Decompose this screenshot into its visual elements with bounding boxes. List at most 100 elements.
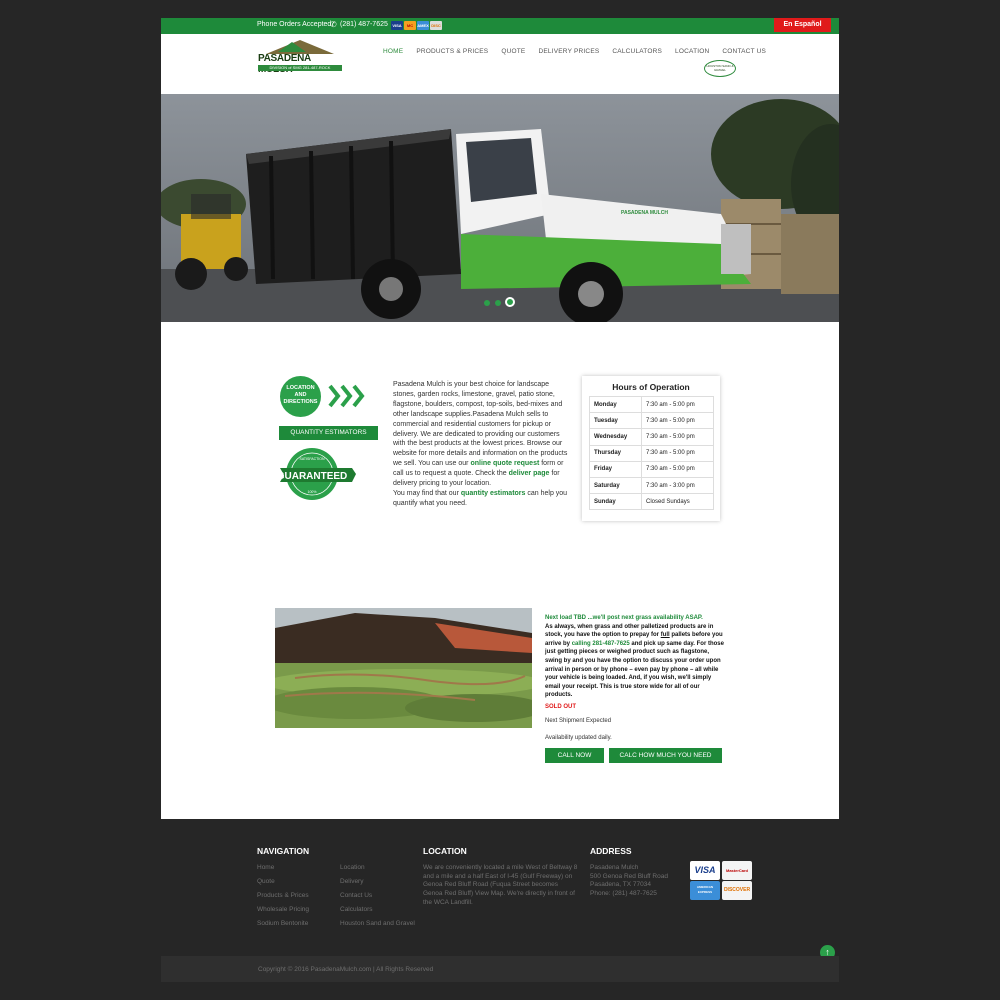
- day-cell: Sunday: [589, 493, 642, 511]
- footer-link-houston[interactable]: Houston Sand and Gravel: [340, 920, 415, 927]
- footer-nav-title: NAVIGATION: [257, 846, 310, 856]
- day-cell: Thursday: [589, 444, 642, 462]
- sod-photo: [275, 608, 532, 728]
- time-cell: 7:30 am - 5:00 pm: [641, 412, 714, 430]
- hero-slider[interactable]: PASADENA MULCH: [161, 94, 839, 322]
- footer-link-home[interactable]: Home: [257, 864, 274, 871]
- about-paragraph: Pasadena Mulch is your best choice for l…: [393, 380, 568, 509]
- calling-phone-link[interactable]: calling 281-487-7625: [572, 641, 630, 647]
- quantity-estimators-link[interactable]: quantity estimators: [461, 490, 526, 497]
- online-quote-link[interactable]: online quote request: [470, 460, 539, 467]
- footer-link-wholesale[interactable]: Wholesale Pricing: [257, 906, 309, 913]
- seal-main-text: GUARANTEED: [280, 471, 347, 482]
- houston-sand-gravel-badge[interactable]: HOUSTON SAND & GRAVEL: [704, 60, 736, 77]
- hours-of-operation-card: Hours of Operation Monday 7:30 am - 5:00 …: [582, 376, 720, 521]
- main-nav: HOME PRODUCTS & PRICES QUOTE DELIVERY PR…: [383, 48, 779, 55]
- address-line: Phone: (281) 487-7625: [590, 890, 657, 898]
- discover-card-icon: DISC: [430, 21, 442, 30]
- table-row: Thursday 7:30 am - 5:00 pm: [589, 444, 714, 462]
- satisfaction-guaranteed-seal-icon: GUARANTEED SATISFACTION 100%: [280, 448, 356, 500]
- nav-contact-us[interactable]: CONTACT US: [722, 48, 766, 55]
- day-cell: Tuesday: [589, 412, 642, 430]
- table-row: Friday 7:30 am - 5:00 pm: [589, 460, 714, 478]
- seal-top-text: SATISFACTION: [299, 457, 324, 461]
- table-row: Tuesday 7:30 am - 5:00 pm: [589, 412, 714, 430]
- mastercard-icon: MasterCard: [722, 861, 752, 880]
- nav-calculators[interactable]: CALCULATORS: [612, 48, 662, 55]
- footer-link-location[interactable]: Location: [340, 864, 365, 871]
- amex-card-icon: AMEX: [417, 21, 429, 30]
- phone-number-link[interactable]: (281) 487-7625: [340, 21, 388, 28]
- slider-dot-1[interactable]: [484, 300, 490, 306]
- next-load-text: Next load TBD ...we'll post next grass a…: [545, 615, 703, 621]
- time-cell: 7:30 am - 5:00 pm: [641, 395, 714, 414]
- table-row: Monday 7:30 am - 5:00 pm: [589, 395, 714, 414]
- chevron-right-icon: [328, 384, 365, 408]
- calc-how-much-button[interactable]: CALC HOW MUCH YOU NEED: [609, 748, 722, 763]
- copyright-bar: Copyright © 2016 PasadenaMulch.com | All…: [161, 956, 839, 982]
- address-line: 500 Genoa Red Bluff Road: [590, 872, 668, 880]
- logo-mountain-green-icon: [278, 42, 306, 52]
- table-row: Saturday 7:30 am - 3:00 pm: [589, 476, 714, 495]
- footer-location-title: LOCATION: [423, 846, 467, 856]
- footer-link-sodium[interactable]: Sodium Bentonite: [257, 920, 308, 927]
- mastercard-icon: MC: [404, 21, 416, 30]
- table-row: Wednesday 7:30 am - 5:00 pm: [589, 428, 714, 446]
- time-cell: 7:30 am - 3:00 pm: [641, 476, 714, 495]
- day-cell: Friday: [589, 460, 642, 478]
- visa-icon: VISA: [690, 861, 720, 880]
- footer-link-calculators[interactable]: Calculators: [340, 906, 373, 913]
- nav-products-prices[interactable]: PRODUCTS & PRICES: [416, 48, 488, 55]
- location-directions-button[interactable]: LOCATION AND DIRECTIONS: [280, 376, 321, 417]
- quantity-estimators-button[interactable]: QUANTITY ESTIMATORS: [279, 426, 378, 440]
- day-cell: Monday: [589, 395, 642, 414]
- time-cell: 7:30 am - 5:00 pm: [641, 460, 714, 478]
- nav-delivery-prices[interactable]: DELIVERY PRICES: [538, 48, 599, 55]
- time-cell: Closed Sundays: [641, 493, 714, 511]
- about-text-4: You may find that our: [393, 489, 461, 497]
- sod-availability-text: Next load TBD ...we'll post next grass a…: [545, 614, 725, 700]
- sod-body-3: and pick up same day. For those just get…: [545, 640, 724, 699]
- footer-link-products[interactable]: Products & Prices: [257, 892, 309, 899]
- deliver-page-link[interactable]: deliver page: [509, 470, 550, 477]
- truck-side-label: PASADENA MULCH: [621, 210, 668, 216]
- address-line: Pasadena Mulch: [590, 864, 639, 871]
- time-cell: 7:30 am - 5:00 pm: [641, 444, 714, 462]
- main-content: LOCATION AND DIRECTIONS QUANTITY ESTIMAT…: [161, 322, 839, 819]
- seal-bottom-text: 100%: [308, 490, 317, 494]
- next-shipment-label: Next Shipment Expected: [545, 718, 612, 724]
- nav-home[interactable]: HOME: [383, 48, 403, 55]
- logo-subtitle: DIVISION of SMG 281-487-ROCK: [258, 65, 342, 71]
- footer-address-title: ADDRESS: [590, 846, 632, 856]
- phone-icon: ✆: [330, 20, 337, 29]
- sod-pallets-image: [275, 608, 532, 728]
- visa-card-icon: VISA: [391, 21, 403, 30]
- table-row: Sunday Closed Sundays: [589, 493, 714, 511]
- hours-table: Monday 7:30 am - 5:00 pm Tuesday 7:30 am -…: [589, 395, 714, 511]
- day-cell: Saturday: [589, 476, 642, 495]
- about-text-1: Pasadena Mulch is your best choice for l…: [393, 381, 568, 468]
- slider-dot-2[interactable]: [495, 300, 501, 306]
- discover-icon: DISCOVER: [722, 881, 752, 900]
- availability-note: Availability updated daily.: [545, 735, 612, 741]
- time-cell: 7:30 am - 5:00 pm: [641, 428, 714, 446]
- address-line: Pasadena, TX 77034: [590, 881, 651, 889]
- sold-out-label: SOLD OUT: [545, 704, 576, 710]
- site-logo[interactable]: PASADENA MULCH DIVISION of SMG 281-487-R…: [258, 40, 344, 75]
- nav-location[interactable]: LOCATION: [675, 48, 709, 55]
- footer-link-quote[interactable]: Quote: [257, 878, 275, 885]
- hours-title: Hours of Operation: [612, 382, 690, 392]
- slider-dot-3-active[interactable]: [505, 297, 515, 307]
- footer-address: Pasadena Mulch 500 Genoa Red Bluff Road …: [590, 864, 675, 899]
- top-bar: Phone Orders Accepted ✆ (281) 487-7625 V…: [161, 18, 839, 34]
- day-cell: Wednesday: [589, 428, 642, 446]
- footer-link-contact[interactable]: Contact Us: [340, 892, 372, 899]
- nav-quote[interactable]: QUOTE: [501, 48, 525, 55]
- footer-link-delivery[interactable]: Delivery: [340, 878, 363, 885]
- footer-location-text: We are conveniently located a mile West …: [423, 864, 578, 906]
- spanish-language-link[interactable]: En Español: [774, 18, 831, 32]
- amex-icon: AMERICAN EXPRESS: [690, 881, 720, 900]
- copyright-text: Copyright © 2016 PasadenaMulch.com | All…: [258, 966, 434, 973]
- call-now-button[interactable]: CALL NOW: [545, 748, 604, 763]
- sod-body-full: full: [660, 632, 670, 639]
